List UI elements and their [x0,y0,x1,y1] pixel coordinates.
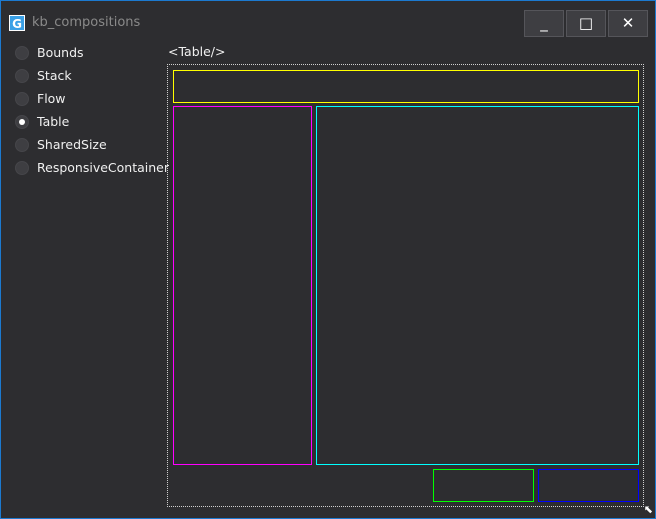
radio-sharedsize[interactable]: SharedSize [15,137,107,152]
radio-stack[interactable]: Stack [15,68,72,83]
radio-circle-icon [15,45,29,60]
radio-label: Flow [37,91,66,106]
maximize-button[interactable]: □ [566,10,606,37]
radio-circle-icon [15,160,29,175]
header-cell [173,70,639,103]
minimize-button[interactable]: _ [524,10,564,37]
radio-circle-icon [15,68,29,83]
radio-circle-icon [15,137,29,152]
radio-table[interactable]: Table [15,114,69,129]
radio-bounds[interactable]: Bounds [15,45,84,60]
radio-label: Table [37,114,70,129]
radio-label: SharedSize [37,137,107,152]
window-title: kb_compositions [32,15,141,30]
app-window: G kb_compositions _ □ ✕ Bounds Stack Flo… [0,0,656,519]
radio-flow[interactable]: Flow [15,91,66,106]
footer-cell-blue [538,469,639,502]
radio-checked-icon [15,114,29,129]
radio-label: ResponsiveContainer [37,160,169,175]
radio-label: Bounds [37,45,84,60]
radio-label: Stack [37,68,72,83]
app-icon: G [9,15,25,31]
footer-cell-green [433,469,534,502]
radio-circle-icon [15,91,29,106]
close-button[interactable]: ✕ [608,10,648,37]
radio-responsivecontainer[interactable]: ResponsiveContainer [15,160,169,175]
left-cell [173,106,312,465]
resize-grip-icon[interactable]: ⬉ [644,503,653,516]
composition-heading: <Table/> [168,44,226,59]
content-cell [316,106,639,465]
